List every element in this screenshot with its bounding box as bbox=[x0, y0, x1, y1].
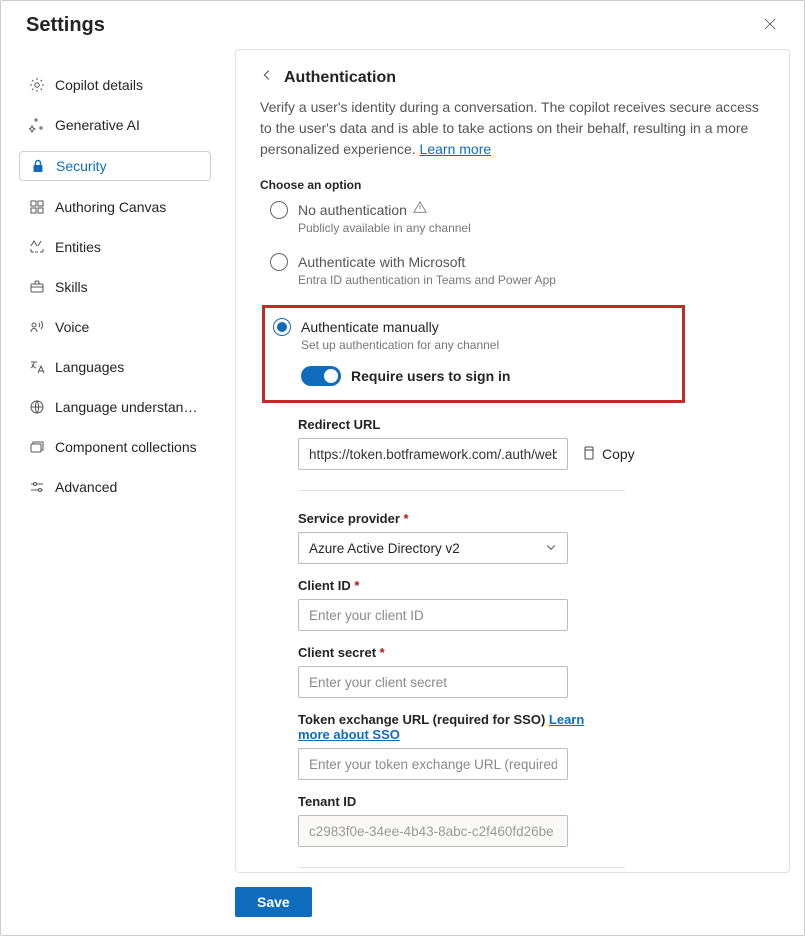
sidebar-item-label: Generative AI bbox=[55, 117, 140, 133]
tenant-id-input bbox=[298, 815, 568, 847]
briefcase-icon bbox=[29, 279, 45, 295]
sidebar-item-voice[interactable]: Voice bbox=[19, 313, 211, 341]
window-header: Settings bbox=[1, 1, 804, 49]
require-signin-toggle[interactable] bbox=[301, 366, 341, 386]
sidebar-item-languages[interactable]: Languages bbox=[19, 353, 211, 381]
sidebar-item-language-understanding[interactable]: Language understandi... bbox=[19, 393, 211, 421]
radio-authenticate-manually[interactable] bbox=[273, 318, 291, 336]
sidebar-item-skills[interactable]: Skills bbox=[19, 273, 211, 301]
divider bbox=[298, 867, 625, 868]
sidebar-item-label: Authoring Canvas bbox=[55, 199, 166, 215]
sidebar-item-label: Voice bbox=[55, 319, 89, 335]
sidebar-item-authoring-canvas[interactable]: Authoring Canvas bbox=[19, 193, 211, 221]
highlighted-option-box: Authenticate manually Set up authenticat… bbox=[262, 305, 685, 403]
redirect-url-label: Redirect URL bbox=[298, 417, 765, 432]
sliders-icon bbox=[29, 479, 45, 495]
copy-label: Copy bbox=[602, 446, 635, 462]
option-label: Authenticate with Microsoft bbox=[298, 254, 465, 270]
sidebar-item-label: Skills bbox=[55, 279, 88, 295]
option-sublabel: Entra ID authentication in Teams and Pow… bbox=[298, 273, 765, 287]
back-button[interactable] bbox=[260, 68, 274, 87]
sidebar-item-entities[interactable]: Entities bbox=[19, 233, 211, 261]
sidebar-item-copilot-details[interactable]: Copilot details bbox=[19, 71, 211, 99]
sidebar-item-label: Component collections bbox=[55, 439, 197, 455]
save-button[interactable]: Save bbox=[235, 887, 312, 917]
client-id-input[interactable] bbox=[298, 599, 568, 631]
option-no-authentication[interactable]: No authentication Publicly available in … bbox=[270, 200, 765, 235]
page-title: Settings bbox=[26, 14, 105, 37]
translate-icon bbox=[29, 359, 45, 375]
radio-authenticate-microsoft[interactable] bbox=[270, 253, 288, 271]
lock-icon bbox=[30, 158, 46, 174]
sidebar-item-component-collections[interactable]: Component collections bbox=[19, 433, 211, 461]
select-value: Azure Active Directory v2 bbox=[309, 541, 460, 556]
divider bbox=[298, 490, 625, 491]
gear-icon bbox=[29, 77, 45, 93]
close-icon bbox=[763, 17, 777, 34]
sidebar-item-label: Language understandi... bbox=[55, 399, 201, 415]
option-sublabel: Set up authentication for any channel bbox=[301, 338, 670, 352]
option-label: Authenticate manually bbox=[301, 319, 439, 335]
service-provider-select[interactable]: Azure Active Directory v2 bbox=[298, 532, 568, 564]
close-button[interactable] bbox=[756, 11, 784, 39]
client-secret-label: Client secret * bbox=[298, 645, 765, 660]
choose-option-label: Choose an option bbox=[260, 178, 765, 192]
toggle-label: Require users to sign in bbox=[351, 368, 510, 384]
settings-window: Settings Copilot details Generative AI S… bbox=[0, 0, 805, 936]
sidebar-item-label: Advanced bbox=[55, 479, 117, 495]
option-authenticate-manually[interactable]: Authenticate manually Set up authenticat… bbox=[273, 318, 670, 386]
panel-title: Authentication bbox=[284, 69, 396, 87]
radio-no-authentication[interactable] bbox=[270, 201, 288, 219]
panel-description: Verify a user's identity during a conver… bbox=[260, 97, 765, 160]
panel-footer: Save bbox=[235, 873, 790, 921]
voice-icon bbox=[29, 319, 45, 335]
grid-icon bbox=[29, 199, 45, 215]
sidebar-item-label: Languages bbox=[55, 359, 124, 375]
sidebar-item-advanced[interactable]: Advanced bbox=[19, 473, 211, 501]
tenant-id-label: Tenant ID bbox=[298, 794, 765, 809]
settings-sidebar: Copilot details Generative AI Security A… bbox=[1, 49, 221, 935]
token-exchange-input[interactable] bbox=[298, 748, 568, 780]
sidebar-item-label: Copilot details bbox=[55, 77, 143, 93]
sparkle-icon bbox=[29, 117, 45, 133]
copy-button[interactable]: Copy bbox=[580, 445, 635, 464]
service-provider-label: Service provider * bbox=[298, 511, 765, 526]
option-authenticate-microsoft[interactable]: Authenticate with Microsoft Entra ID aut… bbox=[270, 253, 765, 287]
sidebar-item-generative-ai[interactable]: Generative AI bbox=[19, 111, 211, 139]
sidebar-item-label: Entities bbox=[55, 239, 101, 255]
client-id-label: Client ID * bbox=[298, 578, 765, 593]
redirect-url-input[interactable] bbox=[298, 438, 568, 470]
sidebar-item-label: Security bbox=[56, 158, 107, 174]
sidebar-item-security[interactable]: Security bbox=[19, 151, 211, 181]
entities-icon bbox=[29, 239, 45, 255]
token-exchange-label: Token exchange URL (required for SSO) Le… bbox=[298, 712, 588, 742]
chevron-down-icon bbox=[545, 541, 557, 556]
authentication-panel: Authentication Verify a user's identity … bbox=[235, 49, 790, 873]
collections-icon bbox=[29, 439, 45, 455]
learn-more-link[interactable]: Learn more bbox=[420, 141, 492, 157]
globe-icon bbox=[29, 399, 45, 415]
warning-icon bbox=[413, 200, 427, 219]
chevron-left-icon bbox=[260, 68, 274, 87]
option-sublabel: Publicly available in any channel bbox=[298, 221, 765, 235]
client-secret-input[interactable] bbox=[298, 666, 568, 698]
copy-icon bbox=[580, 445, 596, 464]
option-label: No authentication bbox=[298, 202, 407, 218]
